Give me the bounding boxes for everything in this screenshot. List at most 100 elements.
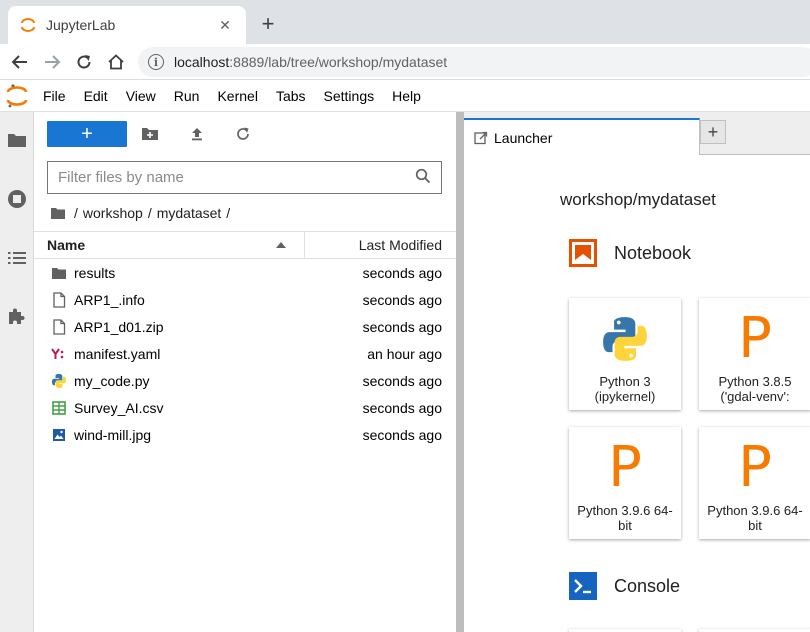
kernel-card-label: Python 3.9.6 64- bit: [571, 503, 679, 533]
new-launcher-button[interactable]: +: [47, 121, 127, 147]
column-name-header[interactable]: Name: [34, 232, 305, 258]
add-tab-button[interactable]: +: [700, 120, 726, 144]
breadcrumb-separator: /: [147, 205, 152, 221]
notebook-section-title: Notebook: [614, 242, 692, 263]
menu-settings[interactable]: Settings: [315, 80, 384, 112]
notebook-icon: [568, 238, 598, 268]
new-tab-button[interactable]: +: [256, 10, 280, 38]
kernel-card-python385-gdal-venv[interactable]: P Python 3.8.5 ('gdal-venv':: [699, 298, 810, 410]
file-modified: seconds ago: [362, 399, 442, 416]
jupyter-favicon-icon: [20, 17, 36, 33]
file-row-results[interactable]: results seconds ago: [34, 259, 456, 286]
file-name: Survey_AI.csv: [74, 399, 164, 416]
breadcrumb-mydataset[interactable]: mydataset: [157, 205, 222, 221]
file-name: my_code.py: [74, 372, 150, 389]
file-row-wind-mill-jpg[interactable]: wind-mill.jpg seconds ago: [34, 421, 456, 448]
back-icon[interactable]: [8, 50, 32, 74]
launcher-tab-icon: [474, 131, 488, 145]
column-last-modified-label: Last Modified: [358, 237, 442, 253]
file-list: results seconds ago ARP1_.info seconds a…: [34, 259, 456, 448]
image-icon: [50, 426, 68, 444]
refresh-icon[interactable]: [231, 122, 255, 146]
kernel-card-python3-ipykernel[interactable]: Python 3 (ipykernel): [569, 298, 681, 410]
activity-bar: [0, 112, 34, 632]
menu-help[interactable]: Help: [383, 80, 430, 112]
new-folder-icon[interactable]: [138, 122, 162, 146]
filter-files-input[interactable]: [58, 169, 415, 186]
spreadsheet-icon: [50, 399, 68, 417]
file-row-manifest-yaml[interactable]: manifest.yaml an hour ago: [34, 340, 456, 367]
reload-icon[interactable]: [72, 50, 96, 74]
menu-file[interactable]: File: [34, 80, 75, 112]
close-tab-icon[interactable]: ✕: [216, 17, 234, 34]
launcher-cwd-path: workshop/mydataset: [560, 190, 716, 209]
search-icon: [415, 168, 431, 187]
file-modified: seconds ago: [362, 318, 442, 335]
filter-files-field[interactable]: [47, 161, 442, 194]
file-row-arp1-info[interactable]: ARP1_.info seconds ago: [34, 286, 456, 313]
kernel-card-label: Python 3.8.5 ('gdal-venv':: [701, 374, 809, 404]
breadcrumb-root[interactable]: /: [74, 205, 78, 221]
file-list-header: Name Last Modified: [34, 231, 456, 259]
column-name-label: Name: [47, 237, 86, 253]
extension-manager-icon[interactable]: [5, 304, 29, 328]
home-icon[interactable]: [104, 50, 128, 74]
menu-tabs[interactable]: Tabs: [267, 80, 315, 112]
kernel-card-python396-64bit-b[interactable]: P Python 3.9.6 64- bit: [699, 427, 810, 539]
python-icon: [50, 372, 68, 390]
sort-ascending-icon: [276, 242, 286, 248]
file-row-arp1-d01-zip[interactable]: ARP1_d01.zip seconds ago: [34, 313, 456, 340]
url-host: localhost: [174, 54, 230, 70]
file-modified: an hour ago: [367, 345, 442, 362]
table-of-contents-icon[interactable]: [5, 246, 29, 270]
menu-view[interactable]: View: [117, 80, 165, 112]
column-last-modified-header[interactable]: Last Modified: [305, 232, 456, 258]
file-row-survey-ai-csv[interactable]: Survey_AI.csv seconds ago: [34, 394, 456, 421]
main-tabbar: Launcher +: [464, 112, 810, 155]
kernel-card-label-line2: bit: [748, 518, 762, 533]
browser-tab[interactable]: JupyterLab ✕: [8, 6, 246, 44]
kernel-card-label-line1: Python 3: [599, 374, 651, 389]
main-dock-area: Launcher + workshop/mydataset Notebook P…: [464, 112, 810, 632]
kernel-card-python396-64bit-a[interactable]: P Python 3.9.6 64- bit: [569, 427, 681, 539]
file-name: results: [74, 264, 116, 281]
folder-icon: [50, 264, 68, 282]
tab-launcher[interactable]: Launcher: [464, 118, 700, 155]
kernel-card-label-line1: Python 3.8.5: [718, 374, 792, 389]
upload-icon[interactable]: [185, 122, 209, 146]
kernel-card-label-line2: ('gdal-venv':: [720, 389, 790, 404]
file-name: wind-mill.jpg: [74, 426, 152, 443]
breadcrumb-separator: /: [226, 205, 231, 221]
kernel-letter-glyph: P: [738, 435, 772, 500]
breadcrumb-home-folder-icon[interactable]: [50, 206, 66, 220]
browser-tabstrip: JupyterLab ✕ +: [0, 0, 810, 44]
kernel-card-label-line1: Python 3.9.6 64-: [577, 503, 673, 518]
kernel-card-label: Python 3 (ipykernel): [571, 374, 679, 404]
kernel-letter-logo-icon: P: [699, 306, 810, 372]
yaml-icon: [50, 345, 68, 363]
address-bar[interactable]: i localhost:8889/lab/tree/workshop/mydat…: [138, 47, 810, 77]
site-info-icon[interactable]: i: [148, 54, 164, 70]
menu-run[interactable]: Run: [165, 80, 209, 112]
menu-edit[interactable]: Edit: [75, 80, 117, 112]
breadcrumb-workshop[interactable]: workshop: [83, 205, 143, 221]
browser-toolbar: i localhost:8889/lab/tree/workshop/mydat…: [0, 44, 810, 80]
file-modified: seconds ago: [362, 291, 442, 308]
kernel-card-label-line2: (ipykernel): [594, 389, 656, 404]
folder-icon[interactable]: [5, 128, 29, 152]
kernel-card-label: Python 3.9.6 64- bit: [701, 503, 809, 533]
file-browser-panel: + / workshop / mydataset / Name Las: [34, 112, 456, 632]
running-sessions-icon[interactable]: [5, 187, 29, 211]
panel-splitter[interactable]: [456, 112, 464, 632]
menu-kernel[interactable]: Kernel: [208, 80, 266, 112]
python-logo-icon: [569, 306, 681, 372]
browser-tab-title: JupyterLab: [46, 17, 116, 33]
file-row-my-code-py[interactable]: my_code.py seconds ago: [34, 367, 456, 394]
jupyter-logo-icon: [0, 80, 34, 112]
console-section-title: Console: [614, 575, 681, 596]
file-name: ARP1_d01.zip: [74, 318, 164, 335]
file-browser-toolbar: +: [34, 112, 456, 156]
forward-icon[interactable]: [40, 50, 64, 74]
breadcrumb: / workshop / mydataset /: [50, 202, 230, 224]
file-modified: seconds ago: [362, 426, 442, 443]
